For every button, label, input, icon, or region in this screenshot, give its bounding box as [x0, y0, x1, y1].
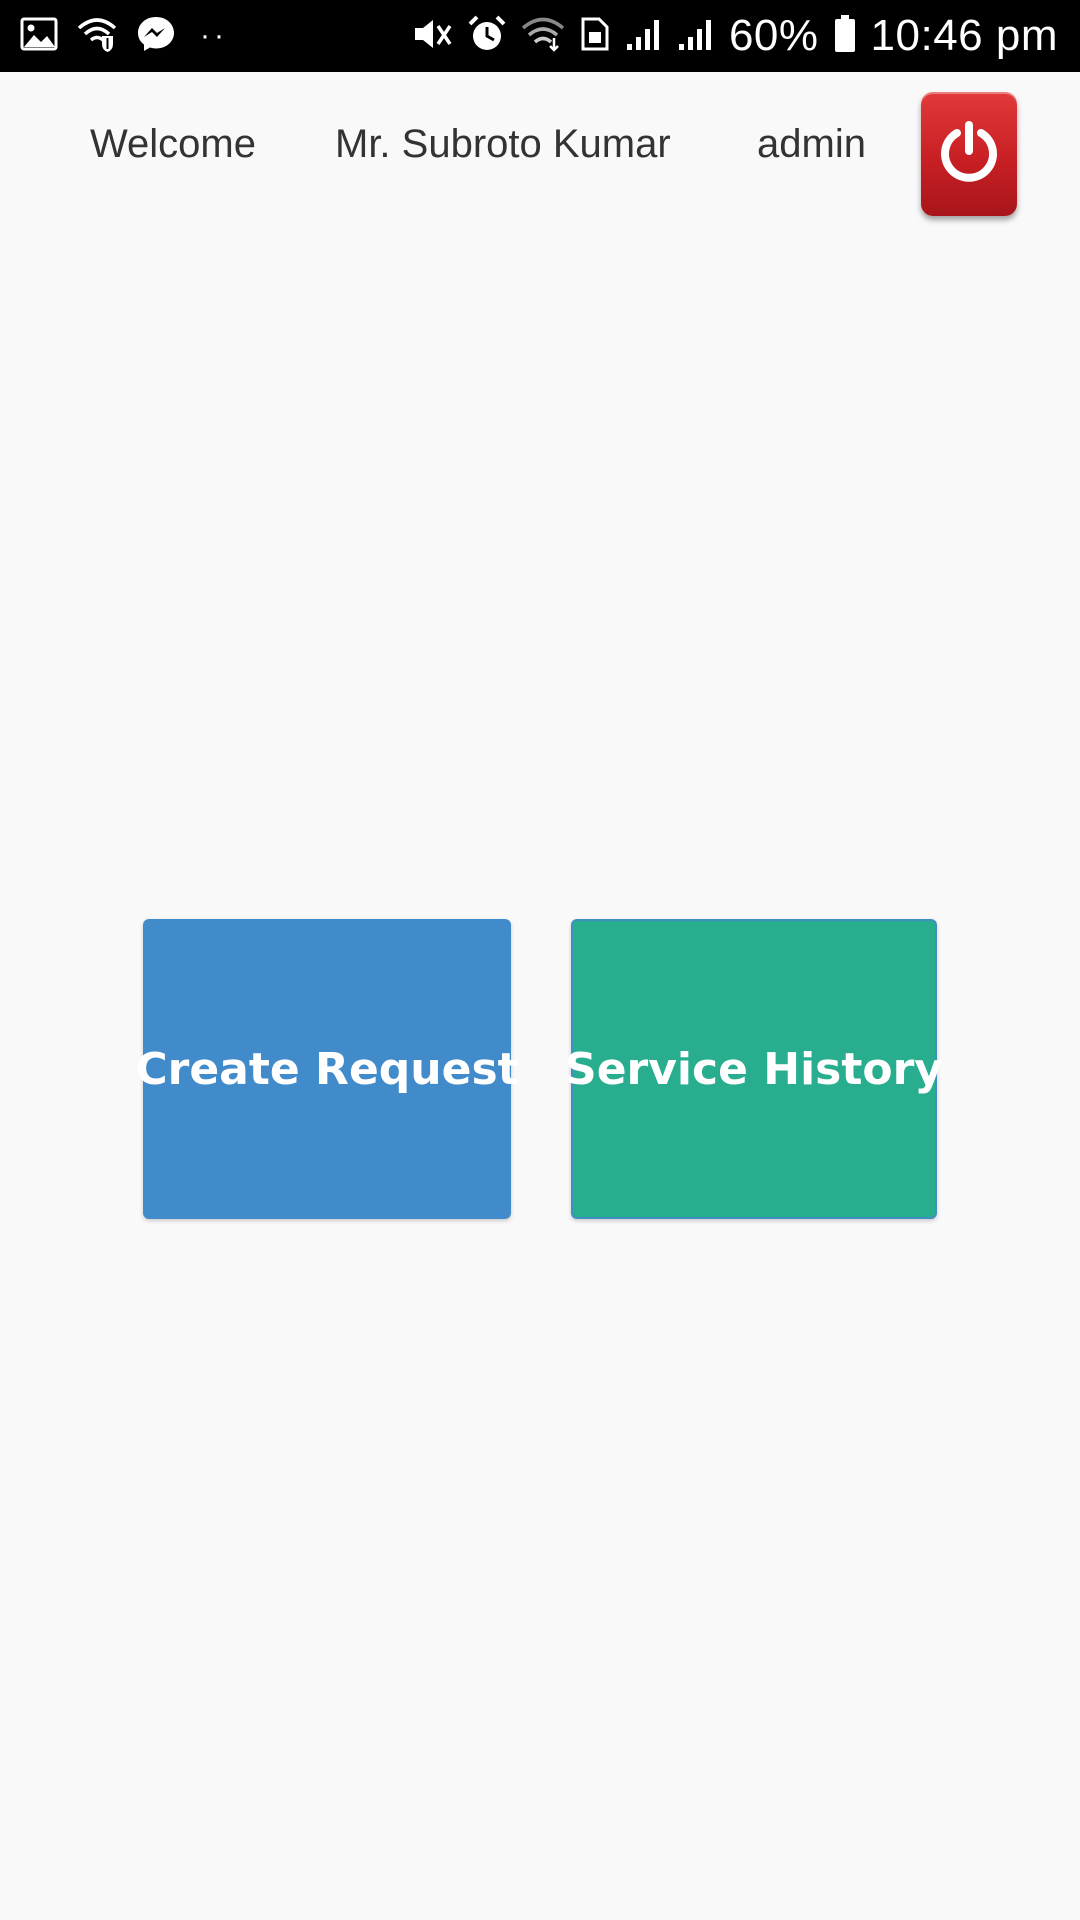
- logout-power-button[interactable]: [921, 92, 1017, 216]
- wifi-shield-icon: [76, 16, 118, 57]
- clock: 10:46 pm: [870, 11, 1058, 60]
- service-history-button[interactable]: Service History: [565, 919, 943, 1219]
- app-screen: ·· 60% 10:46 pm Welcome Mr. Subroto Kuma…: [0, 0, 1080, 1920]
- messenger-icon: [136, 15, 176, 58]
- battery-percent: 60%: [728, 11, 819, 60]
- signal-icon: [677, 16, 715, 57]
- create-request-button[interactable]: Create Request: [135, 919, 519, 1219]
- header: Welcome Mr. Subroto Kumar admin: [0, 72, 1080, 222]
- sim-icon: [579, 15, 611, 58]
- battery-icon: [833, 14, 857, 59]
- signal-icon: [625, 16, 663, 57]
- welcome-label: Welcome: [90, 122, 256, 166]
- image-icon: [20, 17, 58, 56]
- alarm-icon: [467, 14, 507, 59]
- wifi-icon: [521, 16, 565, 57]
- vibrate-mute-icon: [411, 14, 453, 59]
- status-bar: ·· 60% 10:46 pm: [0, 0, 1080, 72]
- create-request-label: Create Request: [135, 1043, 519, 1095]
- service-history-label: Service History: [565, 1043, 943, 1095]
- status-bar-right: 60% 10:46 pm: [411, 8, 1058, 64]
- more-notifications-indicator: ··: [200, 19, 228, 52]
- user-name: Mr. Subroto Kumar: [335, 122, 671, 166]
- status-bar-left: ··: [20, 14, 228, 58]
- user-role: admin: [757, 122, 866, 166]
- power-icon: [936, 119, 1002, 190]
